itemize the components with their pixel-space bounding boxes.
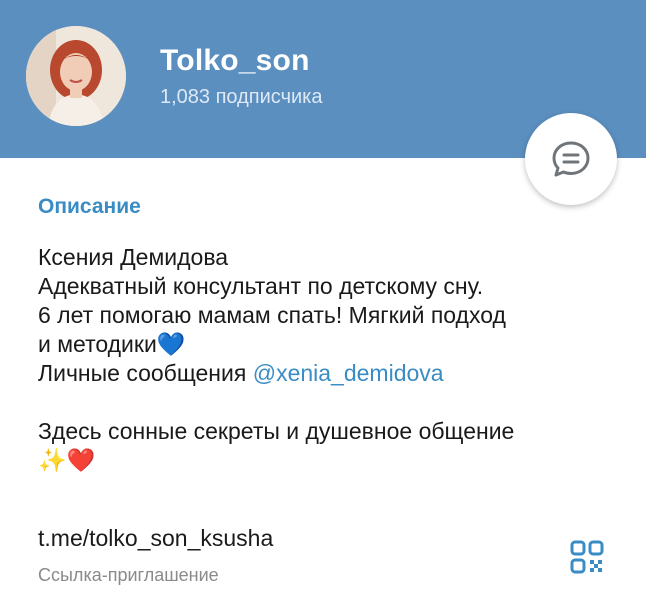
- description-line: и методики💙: [38, 331, 186, 357]
- description-line: 6 лет помогаю мамам спать! Мягкий подход: [38, 302, 506, 328]
- description-line: Адекватный консультант по детскому сну.: [38, 273, 484, 299]
- description-line: Личные сообщения: [38, 360, 253, 386]
- qr-code-icon: [570, 540, 604, 574]
- channel-name: Tolko_son: [160, 44, 310, 77]
- invite-link-label: Ссылка-приглашение: [38, 565, 219, 585]
- avatar[interactable]: [26, 26, 126, 126]
- emoji-line: ✨❤️: [38, 447, 96, 473]
- avatar-photo: [26, 26, 126, 126]
- invite-link[interactable]: t.me/tolko_son_ksusha: [38, 525, 273, 552]
- description-line: Здесь сонные секреты и душевное общение: [38, 418, 515, 444]
- description-line: Ксения Демидова: [38, 244, 229, 270]
- description-title: Описание: [38, 195, 141, 218]
- subscriber-count: 1,083 подписчика: [160, 86, 323, 108]
- qr-code-button[interactable]: [570, 540, 604, 574]
- chat-bubble-icon: [552, 141, 590, 177]
- description-line-messages: Личные сообщения @xenia_demidova: [38, 359, 628, 388]
- message-button[interactable]: [525, 113, 617, 205]
- mention-link[interactable]: @xenia_demidova: [253, 360, 444, 386]
- description-text: Ксения Демидова Адекватный консультант п…: [38, 243, 628, 475]
